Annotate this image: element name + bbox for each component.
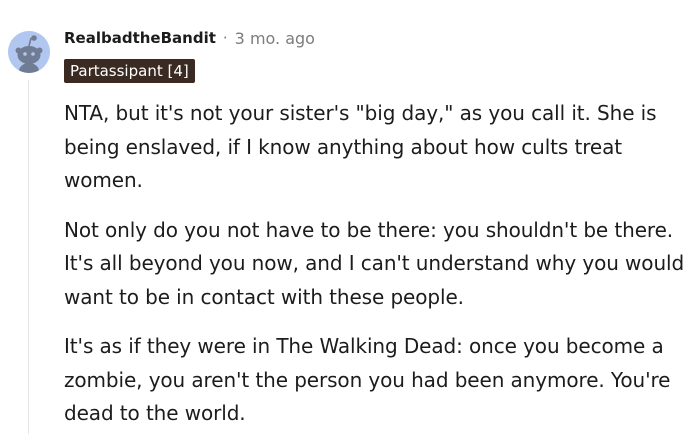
comment-body: NTA, but it's not your sister's "big day… bbox=[64, 97, 696, 434]
avatar[interactable] bbox=[8, 31, 50, 73]
comment-paragraph: It's as if they were in The Walking Dead… bbox=[64, 334, 671, 425]
comment-header: RealbadtheBandit · 3 mo. ago bbox=[64, 26, 315, 50]
meta-separator: · bbox=[222, 29, 228, 47]
thread-line[interactable] bbox=[28, 80, 29, 434]
user-flair-badge: Partassipant [4] bbox=[64, 59, 195, 83]
username-link[interactable]: RealbadtheBandit bbox=[64, 29, 216, 47]
snoo-avatar-icon bbox=[8, 31, 50, 73]
timestamp-link[interactable]: 3 mo. ago bbox=[235, 29, 315, 48]
comment-paragraph: NTA, but it's not your sister's "big day… bbox=[64, 101, 657, 192]
comment-paragraph: Not only do you not have to be there: yo… bbox=[64, 217, 685, 309]
